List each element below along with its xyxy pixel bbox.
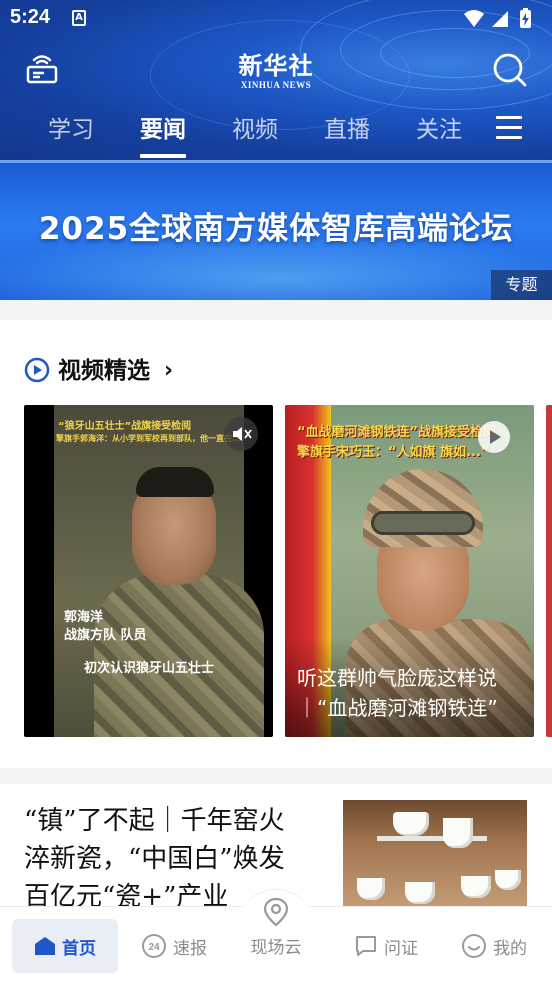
smiley-profile-icon — [462, 934, 486, 958]
24-hour-icon: 24 — [142, 934, 166, 958]
video-card[interactable]: “狼牙山五壮士”战旗接受检阅 擎旗手郭海洋：从小学到军校再到部队，他一直在...… — [24, 405, 273, 737]
video-card[interactable]: “血战磨河滩钢铁连”战旗接受检阅 擎旗手宋巧玉：“人如旗 旗如...” 听这群帅… — [285, 405, 534, 737]
radio-icon[interactable] — [24, 50, 60, 86]
video-subtitle-caption: 初次认识狼牙山五壮士 — [84, 661, 215, 676]
video-picks-title: 视频精选 — [58, 358, 150, 384]
section-divider — [0, 768, 552, 784]
tab-study[interactable]: 学习 — [44, 108, 98, 152]
svg-text:24: 24 — [148, 942, 160, 953]
tab-video[interactable]: 视频 — [228, 108, 282, 152]
video-speaker-name: 郭海洋 战旗方队 队员 — [64, 610, 147, 643]
video-caption: 听这群帅气脸庞这样说 ｜“血战磨河滩钢铁连” — [297, 666, 498, 720]
news-thumbnail — [343, 800, 527, 906]
video-picks-section: 视频精选 › “狼牙山五壮士”战旗接受检阅 擎旗手郭海洋：从小学到军校再到部队，… — [0, 320, 552, 768]
status-bar: 5:24 A — [0, 0, 552, 36]
tab-live[interactable]: 直播 — [320, 108, 374, 152]
play-icon[interactable] — [478, 421, 510, 453]
topic-badge: 专题 — [491, 270, 552, 300]
tab-headlines[interactable]: 要闻 — [136, 108, 190, 152]
search-icon[interactable] — [490, 50, 530, 90]
app-header: 5:24 A 新华社 XINHUA NEWS 学习 要闻 视频 直播 关注 — [0, 0, 552, 160]
chevron-right-icon: › — [164, 358, 174, 383]
channel-tabs: 学习 要闻 视频 直播 关注 — [0, 108, 552, 158]
tab-follow[interactable]: 关注 — [412, 108, 466, 152]
wifi-icon — [464, 10, 484, 27]
video-thumbnail — [54, 405, 264, 737]
bottom-navigation: 首页 24 速报 现场云 问证 我的 — [0, 889, 552, 983]
nav-live-cloud[interactable]: 现场云 — [230, 889, 322, 969]
signal-icon — [492, 11, 508, 27]
feature-banner[interactable]: 2025全球南方媒体智库高端论坛 专题 — [0, 163, 552, 300]
banner-title: 2025全球南方媒体智库高端论坛 — [38, 211, 514, 247]
xinhua-logo: 新华社 XINHUA NEWS — [226, 51, 326, 91]
app-screen: { "status_bar": { "time": "5:24", "notif… — [0, 0, 552, 983]
chat-bubble-icon — [356, 936, 376, 956]
logo-chinese: 新华社 — [238, 51, 314, 80]
nav-flash[interactable]: 24 速报 — [124, 919, 224, 973]
video-card-peek[interactable] — [546, 405, 552, 737]
nav-home[interactable]: 首页 — [12, 919, 118, 973]
location-pin-icon — [263, 897, 289, 927]
nav-profile[interactable]: 我的 — [444, 919, 544, 973]
news-list-item[interactable]: “镇”了不起｜千年窑火 淬新瓷，“中国白”焕发 百亿元“瓷+”产业 — [0, 784, 552, 906]
hamburger-menu-icon[interactable] — [496, 116, 524, 142]
active-tab-indicator — [140, 154, 186, 158]
a-letter-icon: A — [72, 10, 86, 26]
nav-verify[interactable]: 问证 — [336, 919, 436, 973]
logo-english: XINHUA NEWS — [240, 80, 312, 90]
status-time: 5:24 — [10, 6, 51, 28]
play-circle-icon — [24, 357, 50, 383]
mute-icon[interactable] — [224, 417, 258, 451]
system-status-icons — [464, 8, 531, 28]
section-divider — [0, 300, 552, 320]
home-icon — [35, 937, 55, 955]
